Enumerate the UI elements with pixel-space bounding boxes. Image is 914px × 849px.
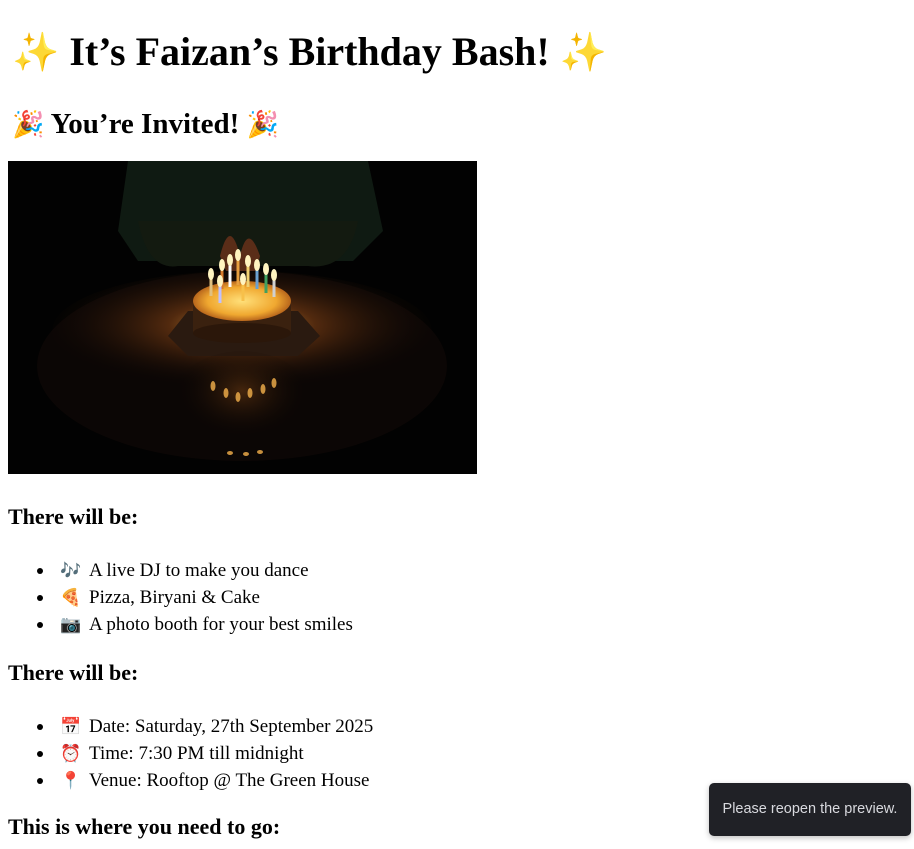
party-popper-icon: 🎉 xyxy=(12,110,45,140)
invitation-page: ✨ It’s Faizan’s Birthday Bash! ✨ 🎉 You’r… xyxy=(8,0,908,840)
bullet xyxy=(37,568,43,574)
list-item-text: A live DJ to make you dance xyxy=(89,560,309,581)
musical-notes-icon: 🎶 xyxy=(60,561,82,581)
list-item: 🎶 A live DJ to make you dance xyxy=(8,557,908,584)
list-item-text: Venue: Rooftop @ The Green House xyxy=(89,770,370,791)
bullet xyxy=(37,724,43,730)
page-title-text: It’s Faizan’s Birthday Bash! xyxy=(69,29,550,74)
activities-list: 🎶 A live DJ to make you dance 🍕 Pizza, Bir… xyxy=(8,557,908,638)
invite-subtitle: 🎉 You’re Invited! 🎉 xyxy=(12,107,908,141)
list-item-text: Pizza, Biryani & Cake xyxy=(89,587,260,608)
list-item: 🍕 Pizza, Biryani & Cake xyxy=(8,584,908,611)
camera-icon: 📷 xyxy=(60,615,82,635)
details-list: 📅 Date: Saturday, 27th September 2025 ⏰ Ti… xyxy=(8,713,908,794)
bullet xyxy=(37,622,43,628)
pushpin-icon: 📍 xyxy=(60,771,82,791)
bullet xyxy=(37,751,43,757)
calendar-icon: 📅 xyxy=(60,717,82,737)
sparkles-icon: ✨ xyxy=(559,30,608,74)
reopen-preview-toast[interactable]: Please reopen the preview. xyxy=(709,783,911,836)
party-popper-icon: 🎉 xyxy=(246,110,279,140)
invite-subtitle-text: You’re Invited! xyxy=(50,108,240,140)
details-heading: There will be: xyxy=(8,660,139,685)
list-item: 📅 Date: Saturday, 27th September 2025 xyxy=(8,713,908,740)
list-item: 📷 A photo booth for your best smiles xyxy=(8,611,908,638)
list-item-text: Time: 7:30 PM till midnight xyxy=(89,743,304,764)
list-item-text: A photo booth for your best smiles xyxy=(89,614,353,635)
pizza-icon: 🍕 xyxy=(60,588,82,608)
bullet xyxy=(37,595,43,601)
page-title: ✨ It’s Faizan’s Birthday Bash! ✨ xyxy=(12,29,908,75)
birthday-cake-photo xyxy=(8,161,477,474)
alarm-clock-icon: ⏰ xyxy=(60,744,82,764)
activities-heading: There will be: xyxy=(8,504,139,529)
list-item-text: Date: Saturday, 27th September 2025 xyxy=(89,716,374,737)
list-item: ⏰ Time: 7:30 PM till midnight xyxy=(8,740,908,767)
bullet xyxy=(37,778,43,784)
sparkles-icon: ✨ xyxy=(12,30,60,74)
